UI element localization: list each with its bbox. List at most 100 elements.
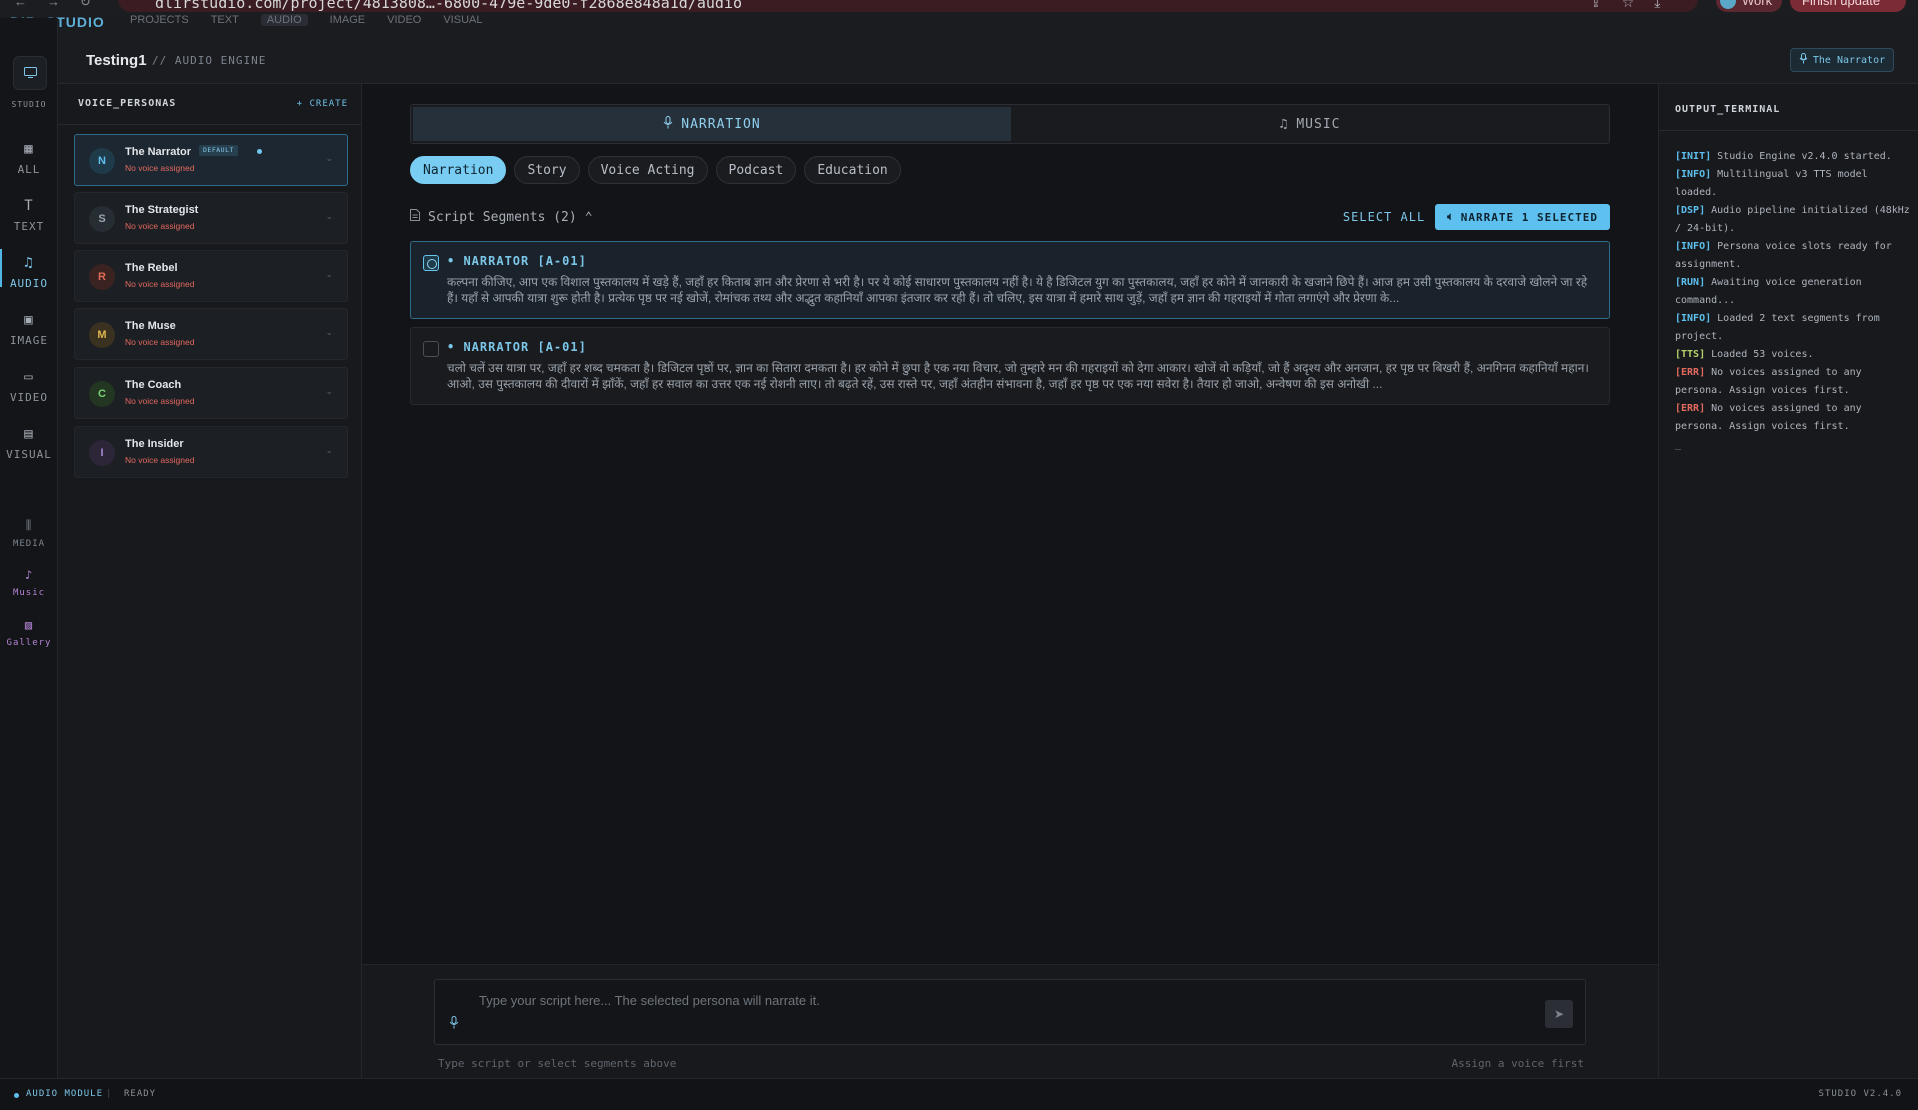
chevron-down-icon[interactable]: ⌄ — [325, 445, 333, 456]
rail-item-label: TEXT — [13, 220, 45, 233]
persona-name: The Muse — [125, 320, 176, 332]
chevron-down-icon[interactable]: ⌄ — [325, 211, 333, 222]
rail-item-label: Music — [12, 588, 46, 598]
chip-podcast[interactable]: Podcast — [715, 156, 797, 184]
output-terminal: OUTPUT_TERMINAL [INIT] Studio Engine v2.… — [1658, 84, 1918, 1078]
chip-voice-acting[interactable]: Voice Acting — [587, 156, 708, 184]
project-subtitle: // AUDIO ENGINE — [152, 54, 267, 67]
avatar: I — [89, 440, 115, 466]
forward-icon[interactable]: → — [47, 0, 60, 10]
grid-icon: ▦ — [24, 141, 34, 157]
log-line: [INIT] Studio Engine v2.4.0 started. — [1675, 148, 1911, 166]
persona-status: No voice assigned — [125, 163, 195, 173]
finish-update-button[interactable]: Finish update — [1790, 0, 1907, 12]
log-text: Studio Engine v2.4.0 started. — [1717, 151, 1892, 162]
project-title: Testing1 — [86, 52, 147, 69]
log-line: [ERR] No voices assigned to any persona.… — [1675, 400, 1911, 436]
tab-label: MUSIC — [1296, 116, 1341, 132]
speaker-icon: 🔈︎ — [1447, 210, 1455, 223]
nav-text[interactable]: TEXT — [211, 14, 239, 26]
chevron-down-icon[interactable]: ⌄ — [325, 269, 333, 280]
rail-item-media[interactable]: ⫼ MEDIA — [0, 518, 58, 549]
log-tag: [INFO] — [1675, 313, 1712, 324]
download-icon[interactable]: ⤓ — [1654, 0, 1660, 11]
create-persona-button[interactable]: + CREATE — [297, 99, 348, 109]
log-tag: [DSP] — [1675, 205, 1706, 216]
script-input[interactable] — [479, 990, 1479, 1010]
chip-narration[interactable]: Narration — [410, 156, 507, 184]
persona-card-narrator[interactable]: N The Narrator DEFAULT No voice assigned… — [74, 134, 348, 186]
nav-video[interactable]: VIDEO — [387, 14, 421, 26]
persona-status: No voice assigned — [125, 279, 195, 289]
rail-item-text[interactable]: T TEXT — [0, 198, 58, 233]
send-button[interactable]: ➤ — [1545, 1000, 1573, 1028]
rail-item-label: Gallery — [6, 638, 52, 648]
terminal-log: [INIT] Studio Engine v2.4.0 started. [IN… — [1675, 148, 1911, 454]
mic-icon — [1799, 53, 1808, 67]
tab-music[interactable]: ♫ MUSIC — [1011, 107, 1609, 141]
back-icon[interactable]: ← — [14, 0, 27, 10]
rail-item-all[interactable]: ▦ ALL — [0, 141, 58, 176]
rail-item-label: ALL — [17, 163, 41, 176]
narrate-selected-button[interactable]: 🔈︎ NARRATE 1 SELECTED — [1435, 204, 1610, 230]
persona-name: The Rebel — [125, 262, 178, 274]
chevron-down-icon[interactable]: ⌄ — [325, 386, 333, 397]
style-chips: Narration Story Voice Acting Podcast Edu… — [410, 156, 901, 184]
rail-item-visual[interactable]: ▤ VISUAL — [0, 426, 58, 461]
rail-item-gallery[interactable]: ▨ Gallery — [0, 618, 58, 648]
select-all-button[interactable]: SELECT ALL — [1343, 210, 1425, 224]
status-version: STUDIO V2.4.0 — [1818, 1089, 1902, 1099]
image-icon: ▣ — [24, 312, 34, 328]
active-persona-chip[interactable]: The Narrator — [1790, 48, 1894, 72]
segment-checkbox[interactable] — [423, 341, 439, 357]
script-segment[interactable]: • NARRATOR [A-01] चलो चलें उस यात्रा पर,… — [410, 327, 1610, 405]
voice-warning: Assign a voice first — [1451, 1057, 1584, 1070]
profile-button[interactable]: Work — [1716, 0, 1783, 12]
rail-item-label: MEDIA — [12, 539, 46, 549]
persona-card-coach[interactable]: C The Coach No voice assigned ⌄ — [74, 367, 348, 419]
nav-projects[interactable]: PROJECTS — [130, 14, 189, 26]
share-icon[interactable]: ⇪ — [1590, 0, 1602, 11]
segments-toggle[interactable]: Script Segments (2) ⌃ — [410, 209, 593, 225]
rail-item-audio[interactable]: ♫ AUDIO — [0, 249, 58, 290]
segments-title: Script Segments (2) — [428, 209, 577, 225]
rail-item-image[interactable]: ▣ IMAGE — [0, 312, 58, 347]
studio-button[interactable] — [13, 56, 47, 90]
rail-item-video[interactable]: ▭ VIDEO — [0, 369, 58, 404]
mic-icon[interactable] — [449, 1016, 459, 1032]
script-segment[interactable]: • NARRATOR [A-01] कल्पना कीजिए, आप एक वि… — [410, 241, 1610, 319]
segments-toolbar: Script Segments (2) ⌃ SELECT ALL 🔈︎ NARR… — [410, 204, 1610, 230]
bookmark-star-icon[interactable]: ☆ — [1622, 0, 1635, 11]
chevron-down-icon[interactable]: ⌄ — [325, 153, 333, 164]
reload-icon[interactable]: ↻ — [80, 0, 91, 10]
video-icon: ▭ — [24, 369, 34, 385]
rail-item-label: AUDIO — [9, 277, 49, 290]
composer-area: ➤ Type script or select segments above A… — [362, 964, 1658, 1078]
nav-image[interactable]: IMAGE — [330, 14, 365, 26]
status-state: READY — [124, 1089, 157, 1099]
persona-card-rebel[interactable]: R The Rebel No voice assigned ⌄ — [74, 250, 348, 302]
segment-checkbox[interactable] — [423, 255, 439, 271]
music-note-icon: ♪ — [24, 568, 34, 582]
log-tag: [ERR] — [1675, 367, 1706, 378]
tab-label: NARRATION — [681, 116, 761, 132]
chip-story[interactable]: Story — [514, 156, 580, 184]
persona-card-insider[interactable]: I The Insider No voice assigned ⌄ — [74, 426, 348, 478]
tab-narration[interactable]: NARRATION — [413, 107, 1011, 141]
log-tag: [INFO] — [1675, 241, 1712, 252]
persona-card-muse[interactable]: M The Muse No voice assigned ⌄ — [74, 308, 348, 360]
rail-item-music[interactable]: ♪ Music — [0, 568, 58, 598]
chevron-up-icon: ⌃ — [584, 209, 593, 225]
persona-card-strategist[interactable]: S The Strategist No voice assigned ⌄ — [74, 192, 348, 244]
avatar: C — [89, 381, 115, 407]
top-header: DIR_STUDIO PROJECTS TEXT AUDIO IMAGE VID… — [0, 14, 1918, 84]
log-line: [INFO] Persona voice slots ready for ass… — [1675, 238, 1911, 274]
mic-icon — [663, 115, 673, 133]
text-icon: T — [24, 198, 34, 214]
nav-visual[interactable]: VISUAL — [443, 14, 482, 26]
nav-audio[interactable]: AUDIO — [260, 14, 308, 26]
log-tag: [INFO] — [1675, 169, 1712, 180]
monitor-icon — [23, 66, 37, 81]
chip-education[interactable]: Education — [804, 156, 901, 184]
chevron-down-icon[interactable]: ⌄ — [325, 327, 333, 338]
